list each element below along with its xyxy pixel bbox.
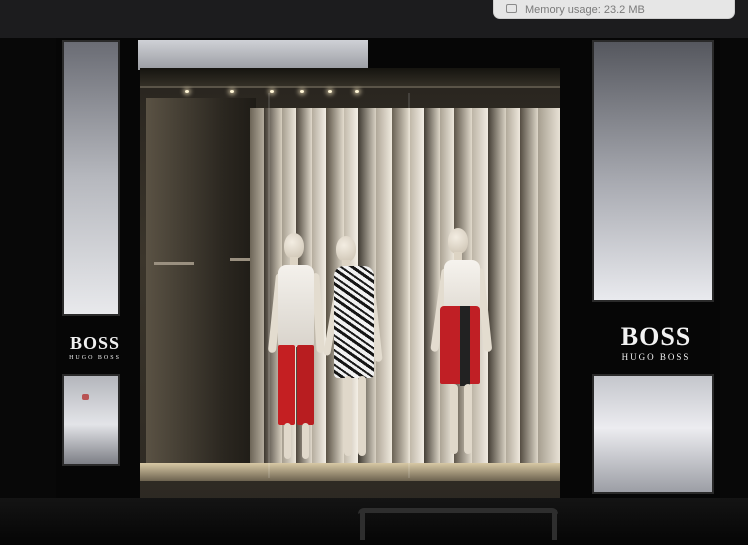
mannequin-zebra-dress bbox=[323, 236, 390, 468]
right-boss-sign: BOSS HUGO BOSS bbox=[602, 322, 710, 362]
ceiling-spotlight bbox=[230, 90, 234, 93]
left-boss-sign: BOSS HUGO BOSS bbox=[66, 333, 124, 361]
top-light-panel bbox=[138, 40, 368, 70]
right-bottom-lightbox bbox=[592, 374, 714, 494]
glass-divider bbox=[408, 93, 410, 478]
ceiling-spotlight bbox=[185, 90, 189, 93]
street-railing bbox=[358, 508, 558, 514]
display-side-wall bbox=[146, 98, 256, 463]
mannequin-red-skirt bbox=[430, 228, 496, 468]
memory-usage-text: Memory usage: 23.2 MB bbox=[525, 3, 645, 16]
right-brand-name: BOSS bbox=[620, 322, 692, 351]
ceiling-spotlight bbox=[270, 90, 274, 93]
red-light bbox=[82, 394, 89, 400]
right-top-lightbox bbox=[592, 40, 714, 302]
railing-post bbox=[360, 510, 365, 540]
railing-post bbox=[552, 510, 557, 540]
storefront-photo: BOSS HUGO BOSS BOSS HUGO BOSS bbox=[0, 38, 748, 545]
mannequin-white-top-red-trousers bbox=[267, 233, 330, 468]
ceiling-spotlight bbox=[355, 90, 359, 93]
ceiling-spotlight bbox=[328, 90, 332, 93]
memory-usage-popup: Memory usage: 23.2 MB bbox=[493, 0, 735, 19]
left-bottom-lightbox bbox=[62, 374, 120, 466]
left-brand-sub: HUGO BOSS bbox=[69, 355, 121, 361]
left-brand-name: BOSS bbox=[69, 333, 121, 353]
shelf bbox=[154, 262, 194, 265]
ceiling-spotlight bbox=[300, 90, 304, 93]
sidewalk bbox=[0, 498, 748, 545]
left-top-lightbox bbox=[62, 40, 120, 316]
right-brand-sub: HUGO BOSS bbox=[621, 352, 691, 362]
memory-icon bbox=[506, 4, 517, 13]
top-bar: Memory usage: 23.2 MB bbox=[0, 0, 748, 38]
